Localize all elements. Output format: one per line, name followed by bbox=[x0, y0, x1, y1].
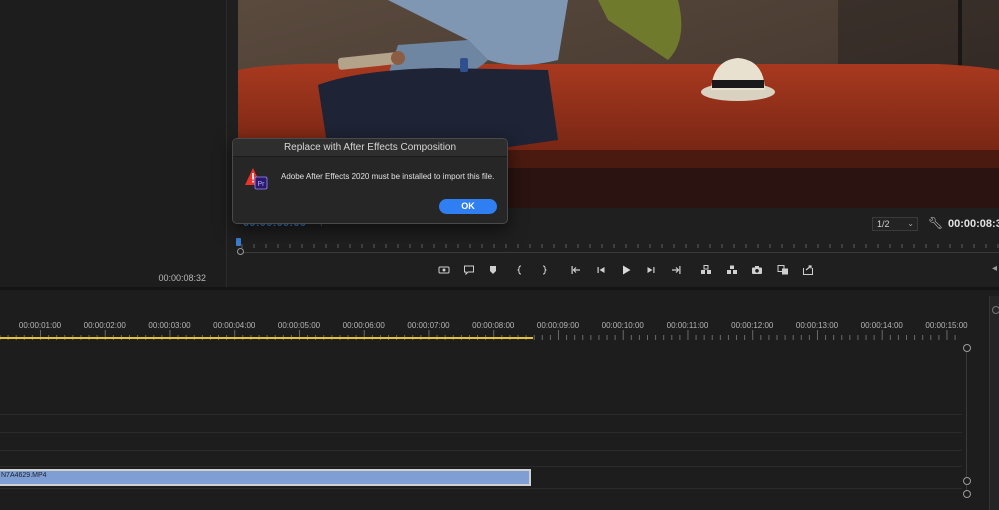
ruler-label: 00:00:12:00 bbox=[731, 321, 774, 330]
duration-timecode: 00:00:08:32 bbox=[948, 218, 999, 230]
mark-in-icon bbox=[517, 265, 522, 275]
step-forward-icon bbox=[647, 267, 655, 273]
track-divider bbox=[0, 488, 962, 489]
clip-name: N7A4629.MP4 bbox=[1, 472, 47, 479]
go-to-in-icon bbox=[571, 266, 580, 274]
compare-view-button[interactable] bbox=[775, 262, 791, 278]
replace-with-ae-dialog: Replace with After Effects Composition P… bbox=[232, 138, 508, 224]
ruler-label: 00:00:08:00 bbox=[472, 321, 515, 330]
marker-icon bbox=[490, 266, 496, 274]
work-area-bar[interactable] bbox=[0, 337, 533, 339]
ruler-label: 00:00:06:00 bbox=[342, 321, 385, 330]
resolution-dropdown[interactable]: 1/2 ⌄ bbox=[872, 217, 918, 231]
step-forward-button[interactable] bbox=[643, 262, 659, 278]
chevron-down-icon: ⌄ bbox=[907, 219, 914, 228]
play-button[interactable] bbox=[618, 262, 634, 278]
timeline-vertical-scrollbar[interactable] bbox=[966, 348, 967, 498]
monitor-zoom-bar bbox=[240, 252, 999, 253]
export-frame-camera-button[interactable] bbox=[749, 262, 765, 278]
panel-expand-icon[interactable]: ◂ bbox=[992, 263, 997, 274]
audio-meter-panel bbox=[989, 296, 999, 510]
ruler-label: 00:00:09:00 bbox=[536, 321, 580, 330]
export-frame-icon bbox=[438, 266, 450, 274]
ok-button[interactable]: OK bbox=[439, 199, 497, 214]
premiere-warning-icon: Pr bbox=[245, 168, 268, 190]
ruler-label: 00:00:01:00 bbox=[18, 321, 62, 330]
scroll-handle-top[interactable] bbox=[963, 344, 971, 352]
track-divider bbox=[0, 450, 962, 451]
dialog-message: Adobe After Effects 2020 must be install… bbox=[281, 172, 495, 181]
extract-icon bbox=[727, 265, 737, 274]
extract-button[interactable] bbox=[724, 262, 740, 278]
play-icon bbox=[623, 265, 631, 275]
ruler-label: 00:00:03:00 bbox=[148, 321, 191, 330]
ruler-label: 00:00:13:00 bbox=[795, 321, 839, 330]
go-to-out-button[interactable] bbox=[668, 262, 684, 278]
ruler-label: 00:00:10:00 bbox=[601, 321, 644, 330]
monitor-zoom-handle[interactable] bbox=[237, 248, 244, 255]
lift-icon bbox=[701, 265, 711, 274]
lift-button[interactable] bbox=[698, 262, 714, 278]
resolution-value: 1/2 bbox=[877, 219, 890, 229]
dialog-title: Replace with After Effects Composition bbox=[233, 139, 507, 157]
export-button[interactable] bbox=[800, 262, 816, 278]
ruler-label: 00:00:04:00 bbox=[213, 321, 256, 330]
ruler-label: 00:00:05:00 bbox=[277, 321, 321, 330]
scroll-handle-bottom[interactable] bbox=[963, 477, 971, 485]
track-height-handle[interactable] bbox=[963, 490, 971, 498]
audio-meter-knob[interactable] bbox=[992, 306, 999, 314]
track-divider bbox=[0, 432, 962, 433]
monitor-mini-ruler[interactable] bbox=[238, 236, 999, 250]
step-back-button[interactable] bbox=[593, 262, 609, 278]
project-panel: 00:00:08:32 bbox=[0, 0, 227, 287]
ruler-label: 00:00:02:00 bbox=[83, 321, 126, 330]
track-divider bbox=[0, 466, 962, 467]
premiere-badge: Pr bbox=[258, 181, 266, 188]
ruler-label: 00:00:14:00 bbox=[860, 321, 903, 330]
ruler-label: 00:00:07:00 bbox=[407, 321, 450, 330]
export-frame-button[interactable] bbox=[436, 262, 452, 278]
wrench-icon[interactable]: 🔧︎ bbox=[928, 216, 943, 230]
step-back-icon bbox=[597, 267, 605, 273]
track-divider bbox=[0, 414, 962, 415]
ruler-label: 00:00:15:00 bbox=[925, 321, 968, 330]
mark-out-button[interactable] bbox=[536, 262, 552, 278]
go-to-out-icon bbox=[672, 266, 681, 274]
ruler-label: 00:00:11:00 bbox=[666, 321, 709, 330]
camera-icon bbox=[752, 266, 762, 274]
monitor-playhead[interactable] bbox=[236, 238, 241, 246]
go-to-in-button[interactable] bbox=[568, 262, 584, 278]
comment-button[interactable] bbox=[461, 262, 477, 278]
comment-icon bbox=[464, 265, 474, 276]
compare-icon bbox=[777, 265, 788, 275]
clip-duration: 00:00:08:32 bbox=[158, 273, 206, 283]
mark-in-button[interactable] bbox=[512, 262, 528, 278]
export-icon bbox=[803, 265, 813, 275]
video-clip[interactable]: N7A4629.MP4 bbox=[0, 469, 531, 486]
add-marker-button[interactable] bbox=[485, 262, 501, 278]
mark-out-icon bbox=[542, 265, 547, 275]
